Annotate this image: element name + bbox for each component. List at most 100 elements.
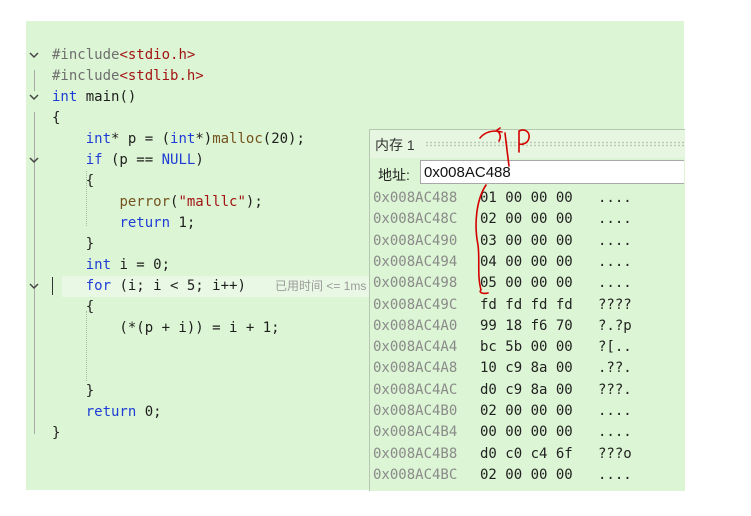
- elapsed-time-hint: 已用时间 <= 1ms: [275, 279, 367, 293]
- memory-bytes: 01 00 00 00: [480, 190, 573, 206]
- memory-address: 0x008AC4B0: [373, 403, 458, 419]
- memory-ascii: ....: [598, 211, 632, 228]
- memory-row[interactable]: 0x008AC490 03 00 00 00....: [370, 231, 685, 252]
- memory-ascii: ???o: [598, 445, 632, 462]
- code-token: {: [52, 173, 95, 189]
- memory-row[interactable]: 0x008AC48C 02 00 00 00....: [370, 209, 685, 230]
- memory-window-titlebar[interactable]: 内存 1: [370, 130, 685, 158]
- code-token: }: [52, 236, 95, 252]
- memory-ascii: .??.: [598, 360, 632, 377]
- memory-row[interactable]: 0x008AC494 04 00 00 00....: [370, 252, 685, 273]
- code-line[interactable]: #include<stdlib.h>: [26, 66, 646, 87]
- memory-address: 0x008AC494: [373, 253, 458, 270]
- code-text: }: [52, 423, 60, 444]
- memory-row[interactable]: 0x008AC488 01 00 00 00....: [370, 188, 685, 209]
- code-token: return: [85, 404, 137, 420]
- code-token: if: [85, 152, 103, 168]
- code-token: <stdlib.h>: [119, 68, 204, 84]
- memory-row[interactable]: 0x008AC498 05 00 00 00....: [370, 273, 685, 294]
- memory-ascii: ....: [598, 424, 632, 441]
- memory-row[interactable]: 0x008AC4B4 00 00 00 00....: [370, 422, 685, 443]
- code-line[interactable]: int main(): [26, 87, 646, 108]
- code-token: int: [52, 89, 78, 105]
- code-token: {: [52, 110, 61, 126]
- code-token: (*(p + i)) = i + 1;: [52, 320, 280, 336]
- memory-address: 0x008AC4AC: [373, 381, 458, 398]
- memory-address: 0x008AC4B4: [373, 424, 458, 441]
- code-text: #include<stdlib.h>: [52, 66, 204, 87]
- code-token: * p = (: [111, 131, 171, 147]
- memory-row[interactable]: 0x008AC4A0 99 18 f6 70 ?.?p: [370, 316, 685, 337]
- code-token: {: [52, 299, 95, 315]
- memory-row[interactable]: 0x008AC4AC d0 c9 8a 00???.: [370, 380, 685, 401]
- memory-row[interactable]: 0x008AC49C fd fd fd fd????: [370, 295, 685, 316]
- memory-bytes: 02 00 00 00: [480, 466, 573, 483]
- memory-ascii: ?[..: [598, 339, 632, 356]
- memory-row[interactable]: 0x008AC4B0 02 00 00 00....: [370, 401, 685, 422]
- memory-ascii: ....: [598, 403, 632, 419]
- memory-ascii: ?.?p: [598, 317, 632, 334]
- code-token: 1;: [170, 215, 196, 231]
- code-text: perror("malllc");: [52, 192, 262, 213]
- memory-row[interactable]: 0x008AC4A4 bc 5b 00 00 ?[..: [370, 337, 685, 358]
- code-token: return: [119, 215, 171, 231]
- memory-bytes: 05 00 00 00: [480, 275, 573, 292]
- fold-chevron-icon[interactable]: [28, 154, 40, 166]
- code-token: perror: [119, 194, 171, 210]
- memory-window[interactable]: 内存 1 地址: 0x008AC48801 00 00 00....0x008A…: [369, 129, 685, 491]
- memory-row[interactable]: 0x008AC4A8 10 c9 8a 00.??.: [370, 358, 685, 379]
- drag-grip[interactable]: [425, 141, 685, 147]
- code-token: int: [85, 131, 112, 147]
- code-token: "malllc": [178, 194, 246, 210]
- memory-address: 0x008AC4A8: [373, 360, 458, 377]
- memory-address: 0x008AC48C: [373, 211, 458, 228]
- code-line[interactable]: #include<stdio.h>: [26, 45, 646, 66]
- code-token: 0;: [136, 404, 162, 420]
- memory-address: 0x008AC49C: [373, 296, 458, 313]
- code-text: {: [52, 171, 94, 192]
- memory-bytes: d0 c0 c4 6f: [480, 445, 573, 462]
- fold-chevron-icon[interactable]: [28, 280, 40, 292]
- code-token: #include: [52, 47, 120, 63]
- memory-address: 0x008AC4BC: [373, 466, 458, 483]
- memory-ascii: ....: [598, 232, 632, 249]
- code-line[interactable]: {: [26, 108, 646, 129]
- memory-bytes: 02 00 00 00: [480, 211, 573, 228]
- code-token: ): [195, 152, 204, 168]
- memory-row[interactable]: 0x008AC4B8 d0 c0 c4 6f ???o: [370, 444, 685, 465]
- fold-chevron-icon[interactable]: [28, 91, 40, 103]
- code-token: *): [195, 131, 213, 147]
- memory-bytes: 99 18 f6 70: [480, 317, 573, 334]
- code-token: }: [52, 383, 95, 399]
- fold-chevron-icon[interactable]: [28, 49, 40, 61]
- memory-row[interactable]: 0x008AC4BC 02 00 00 00....: [370, 465, 685, 486]
- code-token: i = 0;: [111, 257, 171, 273]
- memory-ascii: ???.: [598, 381, 632, 398]
- memory-address: 0x008AC488: [373, 190, 458, 206]
- code-token: (p ==: [102, 152, 162, 168]
- memory-address: 0x008AC4B8: [373, 445, 458, 462]
- memory-bytes: fd fd fd fd: [480, 296, 573, 313]
- code-text: for (i; i < 5; i++): [52, 276, 246, 297]
- memory-bytes: 00 00 00 00: [480, 424, 573, 441]
- memory-ascii: ????: [598, 296, 632, 313]
- memory-ascii: ....: [598, 253, 632, 270]
- address-input[interactable]: [420, 160, 684, 184]
- memory-bytes: bc 5b 00 00: [480, 339, 573, 356]
- memory-address: 0x008AC4A4: [373, 339, 458, 356]
- code-text: int* p = (int*)malloc(20);: [52, 129, 305, 150]
- code-text: }: [52, 234, 94, 255]
- code-token: (20);: [262, 131, 305, 147]
- code-text: return 1;: [52, 213, 195, 234]
- code-token: malloc: [212, 131, 263, 147]
- memory-bytes: 04 00 00 00: [480, 253, 573, 270]
- code-text: (*(p + i)) = i + 1;: [52, 318, 280, 339]
- memory-address: 0x008AC490: [373, 232, 458, 249]
- code-token: NULL: [161, 152, 196, 168]
- memory-ascii: ....: [598, 275, 632, 292]
- code-token: main(): [77, 89, 137, 105]
